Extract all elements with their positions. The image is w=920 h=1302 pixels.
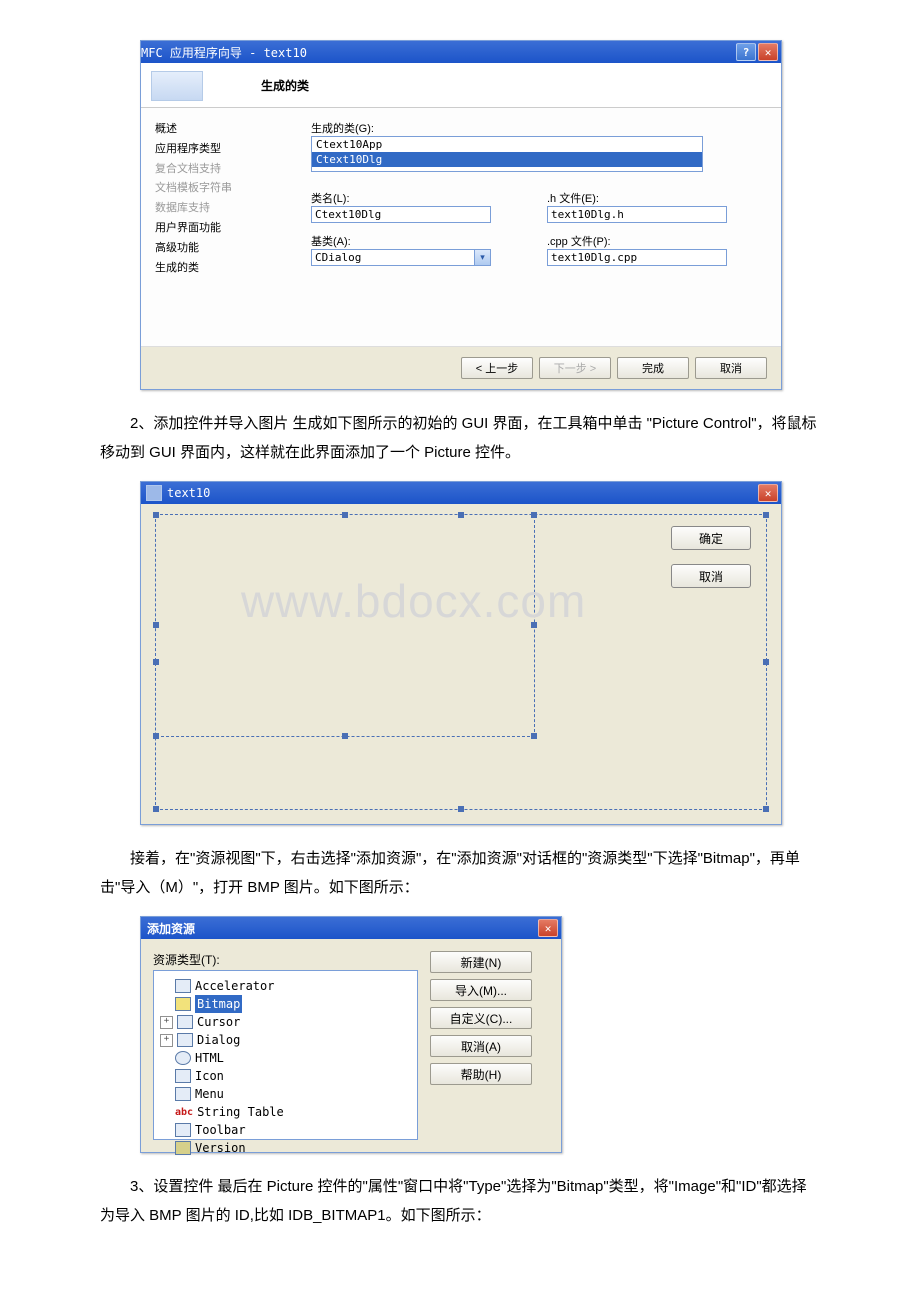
tree-item-icon[interactable]: Icon <box>160 1067 411 1085</box>
generated-class-label: 生成的类(G): <box>311 120 763 136</box>
toolbar-icon <box>175 1123 191 1137</box>
banner-title: 生成的类 <box>261 77 309 94</box>
add-resource-dialog: 添加资源 ✕ 资源类型(T): Accelerator Bitmap +Curs… <box>140 916 562 1153</box>
tree-item-dialog[interactable]: +Dialog <box>160 1031 411 1049</box>
expand-icon[interactable]: + <box>160 1016 173 1029</box>
wizard-banner: 生成的类 <box>141 63 781 108</box>
paragraph-2: 2、添加控件并导入图片 生成如下图所示的初始的 GUI 界面，在工具箱中单击 "… <box>100 410 820 467</box>
cursor-icon <box>177 1015 193 1029</box>
close-button[interactable]: ✕ <box>758 484 778 502</box>
h-file-label: .h 文件(E): <box>547 190 763 206</box>
import-button[interactable]: 导入(M)... <box>430 979 532 1001</box>
cpp-file-input[interactable]: text10Dlg.cpp <box>547 249 727 266</box>
icon-icon <box>175 1069 191 1083</box>
wizard-title: MFC 应用程序向导 - text10 <box>141 44 307 61</box>
app-icon <box>146 485 162 501</box>
accel-icon <box>175 979 191 993</box>
menu-icon <box>175 1087 191 1101</box>
version-icon <box>175 1141 191 1155</box>
nav-adv[interactable]: 高级功能 <box>155 239 305 259</box>
paragraph-3: 接着，在"资源视图"下，右击选择"添加资源"，在"添加资源"对话框的"资源类型"… <box>100 845 820 902</box>
nav-overview[interactable]: 概述 <box>155 120 305 140</box>
wizard-form: 生成的类(G): Ctext10App Ctext10Dlg 类名(L): Ct… <box>311 108 781 346</box>
generated-class-list[interactable]: Ctext10App Ctext10Dlg <box>311 136 703 172</box>
dlg3-titlebar: 添加资源 ✕ <box>141 917 561 939</box>
class-name-input[interactable]: Ctext10Dlg <box>311 206 491 223</box>
resource-type-label: 资源类型(T): <box>153 951 418 968</box>
base-class-label: 基类(A): <box>311 233 527 249</box>
string-icon: abc <box>175 1105 193 1120</box>
cpp-file-label: .cpp 文件(P): <box>547 233 763 249</box>
help-button[interactable]: ? <box>736 43 756 61</box>
nav-apptype[interactable]: 应用程序类型 <box>155 140 305 160</box>
finish-button[interactable]: 完成 <box>617 357 689 379</box>
dialog-icon <box>177 1033 193 1047</box>
back-button[interactable]: < 上一步 <box>461 357 533 379</box>
tree-item-string[interactable]: abcString Table <box>160 1103 411 1121</box>
tree-item-bitmap[interactable]: Bitmap <box>160 995 411 1013</box>
cancel-button[interactable]: 取消 <box>671 564 751 588</box>
tree-item-accelerator[interactable]: Accelerator <box>160 977 411 995</box>
dialog-canvas[interactable]: 确定 取消 www.bdocx.com <box>141 504 781 824</box>
list-item[interactable]: Ctext10App <box>312 137 702 152</box>
html-icon <box>175 1051 191 1065</box>
close-button[interactable]: ✕ <box>758 43 778 61</box>
class-name-label: 类名(L): <box>311 190 527 206</box>
new-button[interactable]: 新建(N) <box>430 951 532 973</box>
tree-item-cursor[interactable]: +Cursor <box>160 1013 411 1031</box>
base-class-select[interactable]: CDialog <box>311 249 491 266</box>
nav-db: 数据库支持 <box>155 199 305 219</box>
mfc-wizard-window: MFC 应用程序向导 - text10 ? ✕ 生成的类 概述 应用程序类型 复… <box>140 40 782 390</box>
wizard-titlebar: MFC 应用程序向导 - text10 ? ✕ <box>141 41 781 63</box>
chevron-down-icon[interactable]: ▾ <box>474 250 490 265</box>
tree-item-toolbar[interactable]: Toolbar <box>160 1121 411 1139</box>
next-button: 下一步 > <box>539 357 611 379</box>
tree-item-version[interactable]: Version <box>160 1139 411 1157</box>
banner-thumbnail <box>151 71 203 101</box>
wizard-nav: 概述 应用程序类型 复合文档支持 文档模板字符串 数据库支持 用户界面功能 高级… <box>141 108 311 346</box>
nav-compound: 复合文档支持 <box>155 160 305 180</box>
custom-button[interactable]: 自定义(C)... <box>430 1007 532 1029</box>
tree-item-menu[interactable]: Menu <box>160 1085 411 1103</box>
tree-item-html[interactable]: HTML <box>160 1049 411 1067</box>
nav-doctpl: 文档模板字符串 <box>155 179 305 199</box>
wizard-footer: < 上一步 下一步 > 完成 取消 <box>141 346 781 389</box>
bitmap-icon <box>175 997 191 1011</box>
text10-dialog-editor: text10 ✕ 确定 取消 www.bd <box>140 481 782 825</box>
resource-tree[interactable]: Accelerator Bitmap +Cursor +Dialog HTML … <box>153 970 418 1140</box>
cancel-button[interactable]: 取消(A) <box>430 1035 532 1057</box>
selection-outer <box>155 514 767 810</box>
help-button[interactable]: 帮助(H) <box>430 1063 532 1085</box>
cancel-button[interactable]: 取消 <box>695 357 767 379</box>
expand-icon[interactable]: + <box>160 1034 173 1047</box>
dlg3-title: 添加资源 <box>141 920 195 937</box>
close-button[interactable]: ✕ <box>538 919 558 937</box>
ok-button[interactable]: 确定 <box>671 526 751 550</box>
h-file-input[interactable]: text10Dlg.h <box>547 206 727 223</box>
list-item-selected[interactable]: Ctext10Dlg <box>312 152 702 167</box>
paragraph-4: 3、设置控件 最后在 Picture 控件的"属性"窗口中将"Type"选择为"… <box>100 1173 820 1230</box>
nav-gen[interactable]: 生成的类 <box>155 259 305 279</box>
selection-inner <box>156 515 535 737</box>
nav-ui[interactable]: 用户界面功能 <box>155 219 305 239</box>
dlg2-titlebar: text10 ✕ <box>141 482 781 504</box>
dlg2-title: text10 <box>167 486 210 500</box>
